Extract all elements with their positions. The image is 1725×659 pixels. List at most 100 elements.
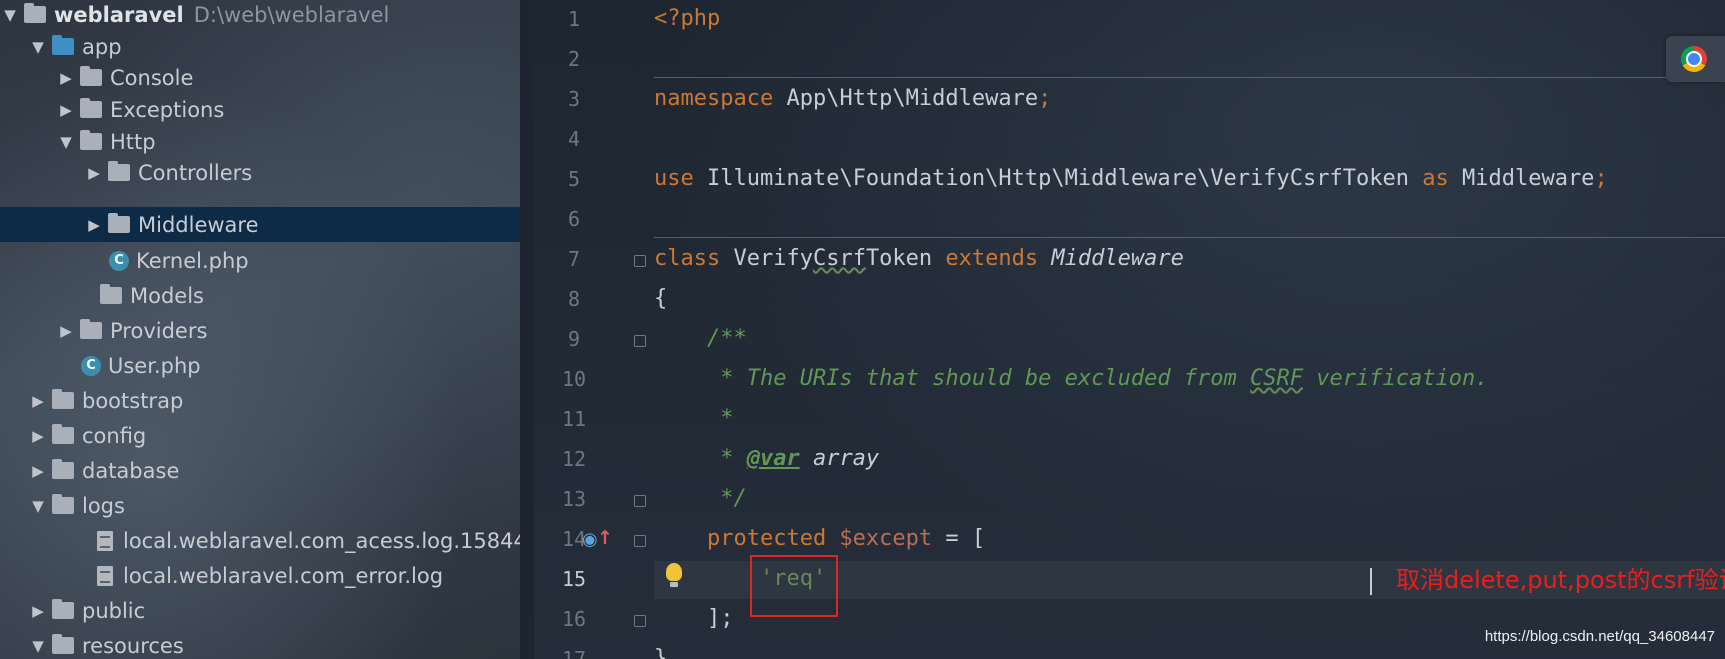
chevron-down-icon[interactable]: ▼: [56, 133, 76, 151]
line-number: 13: [561, 487, 587, 511]
code-line-11: *: [654, 406, 733, 431]
tree-item-label: Models: [130, 283, 204, 308]
tree-row-exceptions[interactable]: ▶ Exceptions: [0, 92, 520, 127]
brace: }: [654, 646, 668, 659]
doc-comment: /**: [654, 326, 747, 351]
fold-marker-icon[interactable]: [634, 535, 646, 547]
chevron-right-icon[interactable]: ▶: [84, 216, 104, 234]
chevron-down-icon[interactable]: ▼: [28, 38, 48, 56]
code-line-1: <?php: [654, 6, 720, 31]
code-line-3: namespace App\Http\Middleware;: [654, 86, 1051, 111]
tree-item-label: database: [82, 458, 180, 483]
folder-icon: [80, 98, 102, 118]
code-line-8: {: [654, 286, 667, 311]
tree-row-resources[interactable]: ▼ resources: [0, 628, 520, 659]
chevron-down-icon[interactable]: ▼: [28, 637, 48, 655]
tree-item-label: public: [82, 598, 146, 623]
fold-marker-icon[interactable]: [634, 335, 646, 347]
tree-item-label: logs: [82, 493, 125, 518]
tree-row-middleware[interactable]: ▶ Middleware: [0, 207, 520, 242]
folder-icon: [52, 389, 74, 409]
chevron-right-icon[interactable]: ▶: [84, 164, 104, 182]
line-number: 12: [561, 447, 587, 471]
tree-row-providers[interactable]: ▶ Providers: [0, 313, 520, 348]
php-class-icon: C: [109, 250, 129, 271]
tree-item-label: Controllers: [138, 160, 253, 185]
code-editor[interactable]: 1 2 3 4 5 6 7 8 9 10 11 12 13 14 15 16 1…: [534, 0, 1725, 659]
project-root-name: weblaravel: [54, 2, 184, 27]
folder-icon: [52, 424, 74, 444]
watermark-text: https://blog.csdn.net/qq_34608447: [1484, 628, 1715, 645]
class-name: Verify: [720, 246, 813, 271]
tree-row-root[interactable]: ▼ weblaravel D:\web\weblaravel: [0, 0, 520, 32]
project-tree-panel: ▼ weblaravel D:\web\weblaravel ▼ app ▶ C…: [0, 0, 520, 659]
tree-row-error-log[interactable]: local.weblaravel.com_error.log: [0, 558, 520, 593]
line-number: 8: [567, 287, 581, 311]
doc-type: array: [799, 446, 880, 471]
tree-row-user[interactable]: C User.php: [0, 348, 520, 383]
import-alias: Middleware: [1448, 166, 1595, 191]
chevron-right-icon[interactable]: ▶: [28, 462, 48, 480]
tree-item-label: app: [82, 34, 122, 59]
folder-icon: [80, 130, 102, 150]
namespace-name: App\Http\Middleware: [773, 86, 1039, 111]
code-line-7: class VerifyCsrfToken extends Middleware: [654, 246, 1184, 271]
annotation-text: 取消delete,put,post的csrf验证: [1396, 566, 1725, 594]
fold-marker-icon[interactable]: [634, 495, 646, 507]
tree-row-config[interactable]: ▶ config: [0, 418, 520, 453]
tree-item-label: Providers: [110, 318, 208, 343]
line-number: 3: [567, 87, 581, 111]
keyword: namespace: [654, 86, 774, 111]
folder-icon: [108, 161, 130, 181]
fold-marker-icon[interactable]: [634, 255, 646, 267]
fold-marker-icon[interactable]: [634, 615, 646, 627]
chevron-right-icon[interactable]: ▶: [56, 101, 76, 119]
chevron-down-icon[interactable]: ▼: [28, 497, 48, 515]
code-line-10: * The URIs that should be excluded from …: [654, 366, 1488, 391]
tree-row-http[interactable]: ▼ Http: [0, 124, 520, 159]
php-class-icon: C: [81, 355, 101, 376]
chevron-right-icon[interactable]: ▶: [56, 69, 76, 87]
folder-icon: [108, 213, 130, 233]
typo-marker: Csrf: [812, 246, 866, 271]
line-number: 2: [567, 47, 581, 71]
folder-icon: [52, 634, 74, 654]
chevron-right-icon[interactable]: ▶: [28, 392, 48, 410]
bracket: ];: [654, 606, 734, 631]
chevron-right-icon[interactable]: ▶: [28, 427, 48, 445]
tree-row-public[interactable]: ▶ public: [0, 593, 520, 628]
php-open-tag: <?php: [654, 6, 721, 31]
semicolon: ;: [1594, 166, 1608, 191]
open-in-browser-button[interactable]: [1666, 36, 1725, 82]
tree-row-logs[interactable]: ▼ logs: [0, 488, 520, 523]
chevron-right-icon[interactable]: ▶: [56, 322, 76, 340]
folder-icon: [52, 599, 74, 619]
arrow-up-icon: ↑: [597, 527, 613, 549]
code-line-14: protected $except = [: [654, 526, 985, 551]
code-line-9: /**: [654, 326, 747, 351]
tree-row-kernel[interactable]: C Kernel.php: [0, 243, 520, 278]
line-number: 5: [567, 167, 581, 191]
line-number: 11: [561, 407, 587, 431]
doc-comment: *: [654, 446, 747, 471]
chevron-right-icon[interactable]: ▶: [28, 602, 48, 620]
line-number: 1: [567, 7, 581, 31]
parent-class: Middleware: [1038, 246, 1184, 271]
semicolon: ;: [1038, 86, 1052, 111]
folder-icon: [100, 284, 122, 304]
keyword: class: [654, 246, 721, 271]
implements-method-icon[interactable]: ◉ ↑: [582, 527, 613, 551]
tree-item-label: Console: [110, 65, 194, 90]
tree-row-database[interactable]: ▶ database: [0, 453, 520, 488]
tree-row-controllers[interactable]: ▶ Controllers: [0, 155, 520, 190]
chevron-down-icon[interactable]: ▼: [0, 6, 20, 24]
code-line-16: ];: [654, 606, 734, 631]
tree-row-console[interactable]: ▶ Console: [0, 60, 520, 95]
tree-row-models[interactable]: Models: [0, 278, 520, 313]
text-caret: [1370, 568, 1372, 595]
tree-row-bootstrap[interactable]: ▶ bootstrap: [0, 383, 520, 418]
tree-row-app[interactable]: ▼ app: [0, 29, 520, 64]
tree-item-label: local.weblaravel.com_error.log: [123, 563, 444, 588]
editor-gutter[interactable]: 1 2 3 4 5 6 7 8 9 10 11 12 13 14 15 16 1…: [534, 0, 654, 659]
tree-row-access-log[interactable]: local.weblaravel.com_acess.log.1584489: [0, 523, 520, 558]
